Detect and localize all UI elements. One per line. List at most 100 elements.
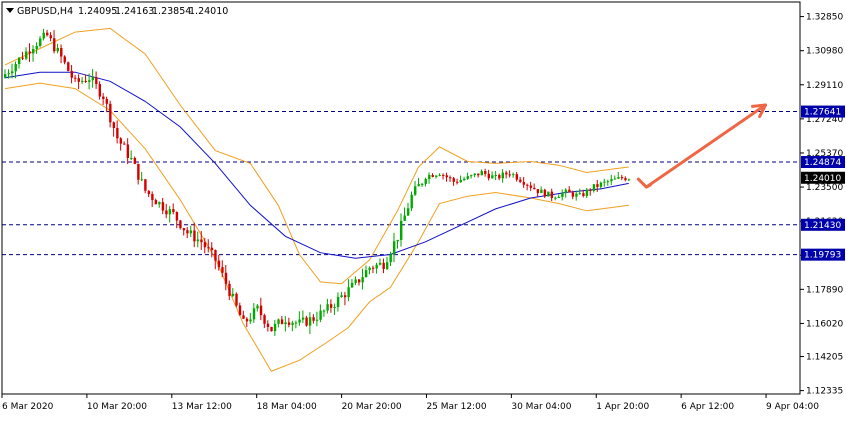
candle-body xyxy=(217,260,221,268)
y-axis-tick-label: 1.12335 xyxy=(806,387,843,397)
candle-body xyxy=(63,56,66,63)
candle-body xyxy=(231,293,235,296)
y-axis-tick-label: 1.29110 xyxy=(806,81,843,91)
candle-body xyxy=(291,322,294,325)
candle-body xyxy=(277,319,280,324)
candle-body xyxy=(280,319,284,325)
candle-body xyxy=(343,295,347,298)
candle-body xyxy=(221,267,224,273)
candle-body xyxy=(224,272,228,284)
forecast-arrow-shaft xyxy=(644,103,767,189)
candle-body xyxy=(98,84,102,97)
candle-body xyxy=(512,174,515,176)
candle-body xyxy=(463,178,466,181)
candle-body xyxy=(130,157,133,159)
candle-body xyxy=(585,189,589,196)
x-axis-tick-label: 30 Mar 04:00 xyxy=(511,402,571,412)
candle-body xyxy=(582,193,585,196)
candle-body xyxy=(627,179,631,181)
candle-body xyxy=(410,194,413,209)
level-label: 1.24874 xyxy=(804,158,841,168)
candle-body xyxy=(403,215,406,221)
candle-body xyxy=(599,182,603,187)
candle-body xyxy=(452,178,455,182)
chart-svg: 6 Mar 2020 10 Mar 20:00 13 Mar 12:00 18 Mar… xyxy=(1,1,845,412)
header-open: 1.24095 xyxy=(78,6,117,17)
candle-body xyxy=(522,181,526,185)
candle-body xyxy=(392,241,396,255)
candle-body xyxy=(561,193,564,197)
candle-body xyxy=(333,306,336,308)
candle-body xyxy=(470,175,473,177)
candle-body xyxy=(53,38,56,52)
candle-body xyxy=(88,80,91,82)
candle-body xyxy=(70,70,73,78)
candle-body xyxy=(491,175,494,179)
collapse-triangle-icon[interactable] xyxy=(6,8,14,13)
candle-body xyxy=(617,177,620,179)
candle-body xyxy=(407,208,410,216)
candle-body xyxy=(526,184,529,186)
bollinger-upper-line xyxy=(4,27,629,285)
x-axis-tick-label: 9 Apr 04:00 xyxy=(766,402,819,412)
chart: 6 Mar 2020 10 Mar 20:00 13 Mar 12:00 18 Mar… xyxy=(0,0,846,417)
x-axis-tick-label: 6 Apr 12:00 xyxy=(681,402,734,412)
bollinger-lower-line xyxy=(4,82,629,372)
moving-average-line xyxy=(4,71,629,259)
candle-body xyxy=(284,322,287,325)
candle-body xyxy=(519,179,522,182)
forecast-arrow-start-hook xyxy=(636,177,652,189)
candle-body xyxy=(294,322,298,324)
y-axis-tick-label: 1.32850 xyxy=(806,13,843,23)
candle-body xyxy=(438,174,441,176)
candle-body xyxy=(140,179,144,181)
candle-body xyxy=(442,174,445,176)
candle-body xyxy=(245,318,249,322)
candle-body xyxy=(543,189,547,197)
candle-body xyxy=(28,51,31,54)
candle-body xyxy=(270,326,273,332)
candle-body xyxy=(371,267,375,269)
candle-body xyxy=(431,175,434,177)
candle-body xyxy=(123,143,126,145)
candle-body xyxy=(477,173,480,176)
candle-body xyxy=(312,317,315,321)
candle-body xyxy=(592,184,596,191)
candle-body xyxy=(165,210,168,215)
candle-body xyxy=(428,175,431,179)
candle-body xyxy=(505,172,508,175)
candle-body xyxy=(347,287,350,298)
level-label: 1.27641 xyxy=(804,108,841,118)
candle-body xyxy=(151,194,154,201)
candle-body xyxy=(389,254,392,263)
candle-body xyxy=(326,304,329,311)
candle-body xyxy=(378,262,382,265)
candle-body xyxy=(249,319,252,322)
candle-body xyxy=(603,181,606,183)
candle-body xyxy=(32,48,35,54)
candle-body xyxy=(501,172,505,179)
candle-body xyxy=(49,35,52,39)
y-axis-tick-label: 1.16020 xyxy=(806,319,843,329)
candle-body xyxy=(182,228,186,231)
candle-body xyxy=(168,209,172,215)
candle-body xyxy=(571,192,575,197)
candle-body xyxy=(256,305,259,309)
candle-body xyxy=(557,196,561,198)
candle-body xyxy=(172,209,175,213)
candle-body xyxy=(21,57,24,59)
candle-body xyxy=(368,267,371,271)
candle-body xyxy=(364,270,368,278)
candle-body xyxy=(175,212,179,221)
candle-body xyxy=(11,71,14,74)
candle-body xyxy=(329,304,333,308)
candle-body xyxy=(102,96,105,100)
x-axis-tick-label: 13 Mar 12:00 xyxy=(172,402,232,412)
x-axis-tick-label: 6 Mar 2020 xyxy=(2,402,54,412)
y-axis-tick-label: 1.30980 xyxy=(806,47,843,57)
candle-body xyxy=(484,171,487,174)
candle-body xyxy=(263,315,266,324)
candle-body xyxy=(91,77,95,81)
candle-body xyxy=(417,184,420,187)
candle-body xyxy=(298,319,301,323)
